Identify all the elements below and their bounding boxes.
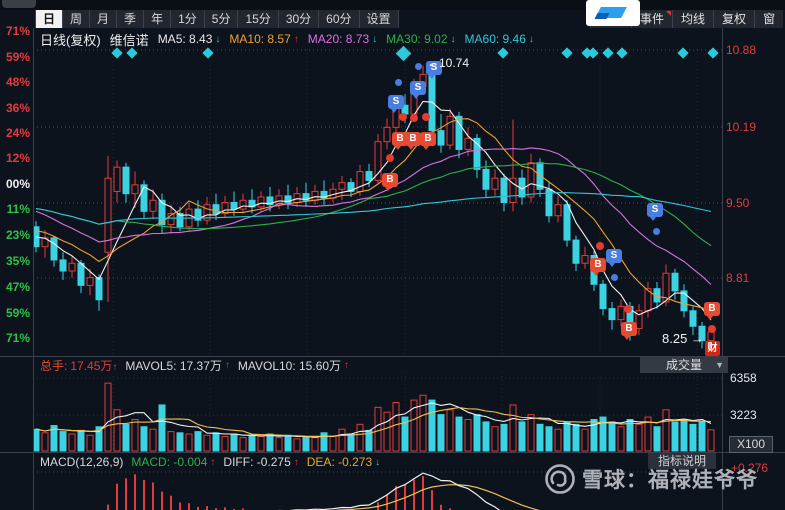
macd-title: MACD(12,26,9) [40,455,124,469]
badge-tail [413,95,419,99]
percent-tick-35%: 35% [5,254,30,268]
badge-tail [650,217,656,221]
sell-badge[interactable]: S [410,81,426,99]
percent-tick-71%: 71% [5,24,30,38]
price-tick-8.81: 8.81 [726,271,750,285]
blue-signal-dot [610,273,618,281]
low-price-annotation: 8.25 → [662,331,704,346]
cursor-tooltip-box [586,0,640,26]
price-tick-9.50: 9.50 [726,196,750,210]
volume-total-label: 总手: [40,358,68,373]
badge-tail [707,316,713,320]
macd-header: MACD(12,26,9) MACD: -0.004 ↑ DIFF: -0.275 ↑… [40,455,380,469]
volume-indicator-label: 成交量 [665,358,702,372]
macd-DIFF: DIFF: -0.275 ↑ [223,455,299,469]
chevron-down-icon[interactable]: ▼ [715,357,724,373]
volume-header: 总手: 17.45万↑ MAVOL5: 17.37万 ↑ MAVOL10: 15.6… [40,358,350,373]
percent-tick-00%: 00% [5,177,30,191]
percent-tick-24%: 24% [5,126,30,140]
percent-tick-71%: 71% [5,331,30,345]
stock-chart-app: 日周月季年1分5分15分30分60分设置 九转事件均线复权窗 日线(复权) 维信… [0,0,785,510]
sell-badge[interactable]: S [606,249,622,267]
volume-multiplier-badge: X100 [729,436,774,453]
peak-price-annotation: ←10.74 [427,56,470,70]
percent-tick-36%: 36% [5,101,30,115]
volume-indicator-dropdown[interactable]: 成交量 ▼ [640,357,728,373]
sell-badge[interactable]: S [388,95,404,113]
badge-tail [408,146,414,150]
news-flag-badge[interactable]: 财 [705,341,720,356]
price-tick-10.19: 10.19 [726,120,757,134]
percent-tick-23%: 23% [5,228,30,242]
percent-tick-11%: 11% [6,202,30,216]
red-signal-dot [708,325,716,333]
percent-tick-12%: 12% [5,151,30,165]
blue-flag-shadow-icon [594,13,610,19]
badge-tail [609,263,615,267]
watermark: 雪球：福禄娃爷爷 [544,463,758,495]
red-signal-dot [410,114,418,122]
red-signal-dot [624,305,632,313]
badge-tail [395,146,401,150]
vol-MAVOL10: MAVOL10: 15.60万 ↑ [237,358,350,373]
percent-tick-59%: 59% [5,50,30,64]
buy-badge[interactable]: B [621,322,637,340]
red-signal-dot [399,113,407,121]
snowball-logo-icon [545,464,575,494]
buy-badge[interactable]: B [590,258,606,276]
badge-tail [624,336,630,340]
vol-MAVOL5: MAVOL5: 17.37万 ↑ [125,358,230,373]
percent-tick-47%: 47% [5,280,30,294]
percent-tick-48%: 48% [5,75,30,89]
right-pane-border [722,28,723,510]
red-signal-dot [386,154,394,162]
watermark-text: 雪球：福禄娃爷爷 [582,469,758,492]
macd-DEA: DEA: -0.273 ↓ [306,455,381,469]
blue-signal-dot [652,227,660,235]
blue-signal-dot [394,78,402,86]
price-tick-10.88: 10.88 [726,43,757,57]
buy-badge[interactable]: B [420,132,436,150]
red-signal-dot [596,242,604,250]
red-signal-dot [422,113,430,121]
blue-signal-dot [414,62,422,70]
volume-tick-3223: 3223 [730,408,757,422]
percent-tick-59%: 59% [5,306,30,320]
buy-badge[interactable]: B [704,302,720,320]
volume-total-value: 17.45万↑ [70,358,118,373]
buy-badge[interactable]: B [382,173,398,191]
badge-tail [429,75,435,79]
badge-tail [391,109,397,113]
badge-tail [593,272,599,276]
badge-tail [423,146,429,150]
badge-tail [385,187,391,191]
left-pane-border [33,28,34,510]
chart-canvas[interactable] [0,0,785,510]
sell-badge[interactable]: S [647,203,663,221]
macd-MACD: MACD: -0.004 ↑ [131,455,216,469]
volume-tick-6358: 6358 [730,371,757,385]
buy-badge[interactable]: B [405,132,421,150]
